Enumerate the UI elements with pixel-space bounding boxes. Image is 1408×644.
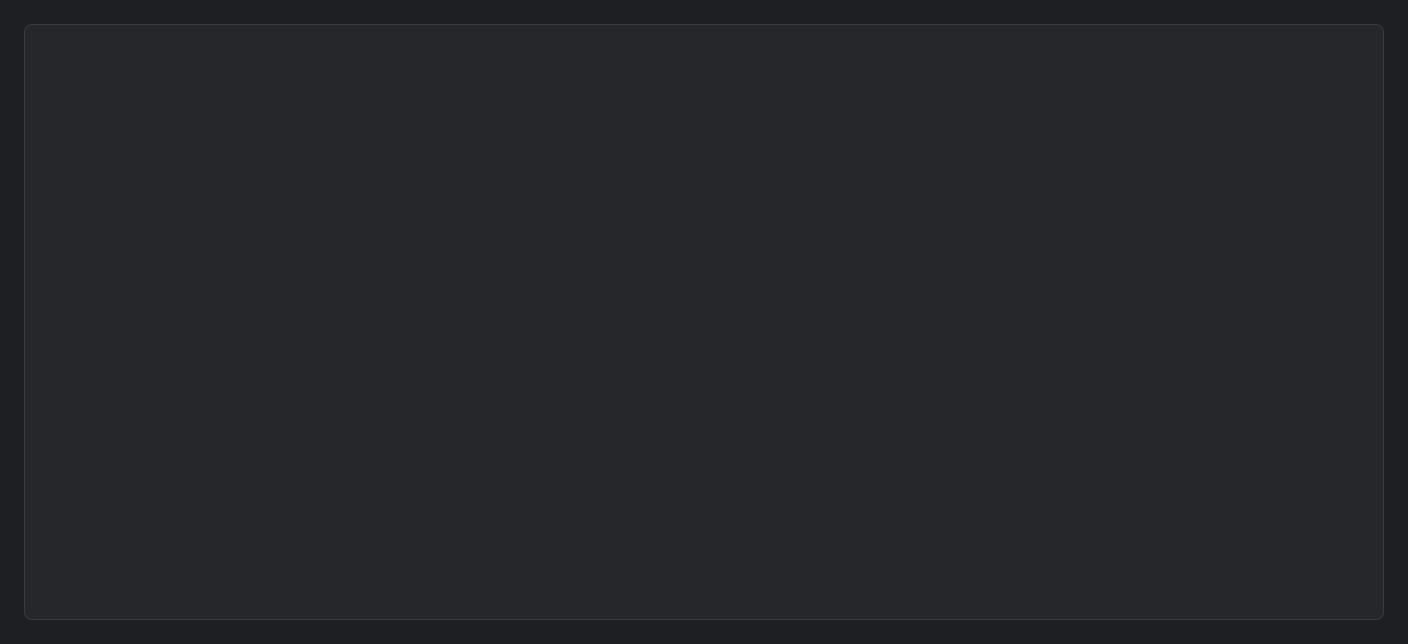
screenshot-placeholder	[24, 24, 1384, 620]
